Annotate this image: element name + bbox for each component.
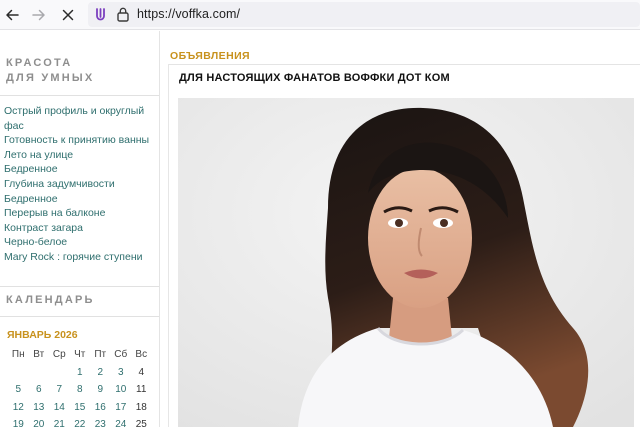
calendar-day[interactable]: 16 bbox=[90, 402, 111, 413]
sidebar-divider-line bbox=[0, 286, 159, 287]
sidebar-link-list: Острый профиль и округлый фас Готовность… bbox=[4, 104, 158, 265]
calendar-day[interactable]: 14 bbox=[49, 402, 70, 413]
sidebar-link[interactable]: Mary Rock : горячие ступени bbox=[4, 250, 158, 265]
post-title[interactable]: ДЛЯ НАСТОЯЩИХ ФАНАТОВ ВОФФКИ ДОТ КОМ bbox=[179, 72, 450, 84]
calendar-week: 5 6 7 8 9 10 11 bbox=[8, 381, 152, 399]
calendar-week: 19 20 21 22 23 24 25 bbox=[8, 416, 152, 427]
sidebar-divider-line bbox=[0, 95, 159, 96]
sidebar-divider-line bbox=[0, 316, 159, 317]
calendar-weekday: Вс bbox=[135, 349, 148, 361]
sidebar-heading-line1: КРАСОТА bbox=[6, 57, 73, 69]
calendar-day[interactable]: 20 bbox=[29, 419, 50, 427]
arrow-left-icon bbox=[6, 9, 19, 21]
post-photo[interactable] bbox=[178, 98, 634, 427]
url-text[interactable]: https://voffka.com/ bbox=[137, 7, 240, 21]
sidebar-link[interactable]: Готовность к принятию ванны bbox=[4, 133, 158, 148]
calendar-day[interactable]: 12 bbox=[8, 402, 29, 413]
calendar-day: 11 bbox=[136, 384, 147, 396]
forward-button[interactable] bbox=[27, 3, 51, 27]
sidebar-link[interactable]: Лето на улице bbox=[4, 148, 158, 163]
calendar-day[interactable]: 1 bbox=[70, 367, 91, 378]
calendar-weekday: Пт bbox=[94, 349, 107, 361]
calendar-week: 12 13 14 15 16 17 18 bbox=[8, 399, 152, 417]
calendar-day[interactable]: 6 bbox=[29, 384, 50, 395]
sidebar-link[interactable]: Контраст загара bbox=[4, 221, 158, 236]
calendar-day[interactable]: 23 bbox=[90, 419, 111, 427]
section-heading: ОБЪЯВЛЕНИЯ bbox=[170, 50, 250, 62]
calendar-day[interactable]: 5 bbox=[8, 384, 29, 395]
arrow-right-icon bbox=[32, 9, 45, 21]
sidebar-divider bbox=[159, 31, 160, 427]
calendar-day[interactable]: 21 bbox=[49, 419, 70, 427]
calendar-day: 18 bbox=[135, 401, 147, 413]
browser-toolbar: https://voffka.com/ bbox=[0, 0, 640, 30]
calendar-day[interactable]: 10 bbox=[111, 384, 132, 395]
calendar-heading: КАЛЕНДАРЬ bbox=[6, 294, 95, 306]
close-icon bbox=[62, 9, 74, 21]
calendar-weekday: Вт bbox=[33, 349, 45, 361]
back-button[interactable] bbox=[0, 3, 24, 27]
calendar-day[interactable]: 9 bbox=[90, 384, 111, 395]
calendar-day[interactable]: 19 bbox=[8, 419, 29, 427]
calendar-day[interactable]: 22 bbox=[70, 419, 91, 427]
sidebar-link[interactable]: Бедренное bbox=[4, 162, 158, 177]
calendar-weekday: Чт bbox=[74, 349, 86, 361]
calendar-day[interactable]: 24 bbox=[111, 419, 132, 427]
calendar-weekday: Сб bbox=[114, 349, 128, 361]
calendar-day[interactable]: 13 bbox=[29, 402, 50, 413]
calendar-day[interactable]: 7 bbox=[49, 384, 70, 395]
calendar-day[interactable]: 17 bbox=[111, 402, 132, 413]
calendar-week: 1 2 3 4 bbox=[8, 364, 152, 382]
sidebar-link[interactable]: Глубина задумчивости bbox=[4, 177, 158, 192]
calendar-weekday-row: Пн Вт Ср Чт Пт Сб Вс bbox=[8, 346, 152, 364]
lock-icon[interactable] bbox=[116, 6, 130, 23]
sidebar-link[interactable]: Черно-белое bbox=[4, 235, 158, 250]
sidebar-link[interactable]: Бедренное bbox=[4, 192, 158, 207]
stop-loading-button[interactable] bbox=[56, 3, 80, 27]
calendar-weekday: Пн bbox=[11, 349, 25, 361]
portrait-illustration bbox=[178, 98, 634, 427]
calendar-month: ЯНВАРЬ 2026 bbox=[7, 329, 78, 341]
calendar-day: 25 bbox=[135, 419, 147, 427]
calendar-grid: Пн Вт Ср Чт Пт Сб Вс 1 2 3 4 5 6 7 8 9 1… bbox=[8, 346, 152, 427]
calendar-weekday: Ср bbox=[52, 349, 66, 361]
sidebar-link[interactable]: Перерыв на балконе bbox=[4, 206, 158, 221]
calendar-day[interactable]: 3 bbox=[111, 367, 132, 378]
calendar-day[interactable]: 2 bbox=[90, 367, 111, 378]
calendar-day[interactable]: 15 bbox=[70, 402, 91, 413]
address-bar[interactable]: https://voffka.com/ bbox=[88, 2, 640, 27]
sidebar-heading-line2: ДЛЯ УМНЫХ bbox=[6, 72, 95, 84]
calendar-day[interactable]: 8 bbox=[70, 384, 91, 395]
extension-icon[interactable] bbox=[92, 6, 109, 23]
sidebar-link[interactable]: Острый профиль и округлый фас bbox=[4, 104, 158, 133]
calendar-day: 4 bbox=[138, 366, 145, 378]
